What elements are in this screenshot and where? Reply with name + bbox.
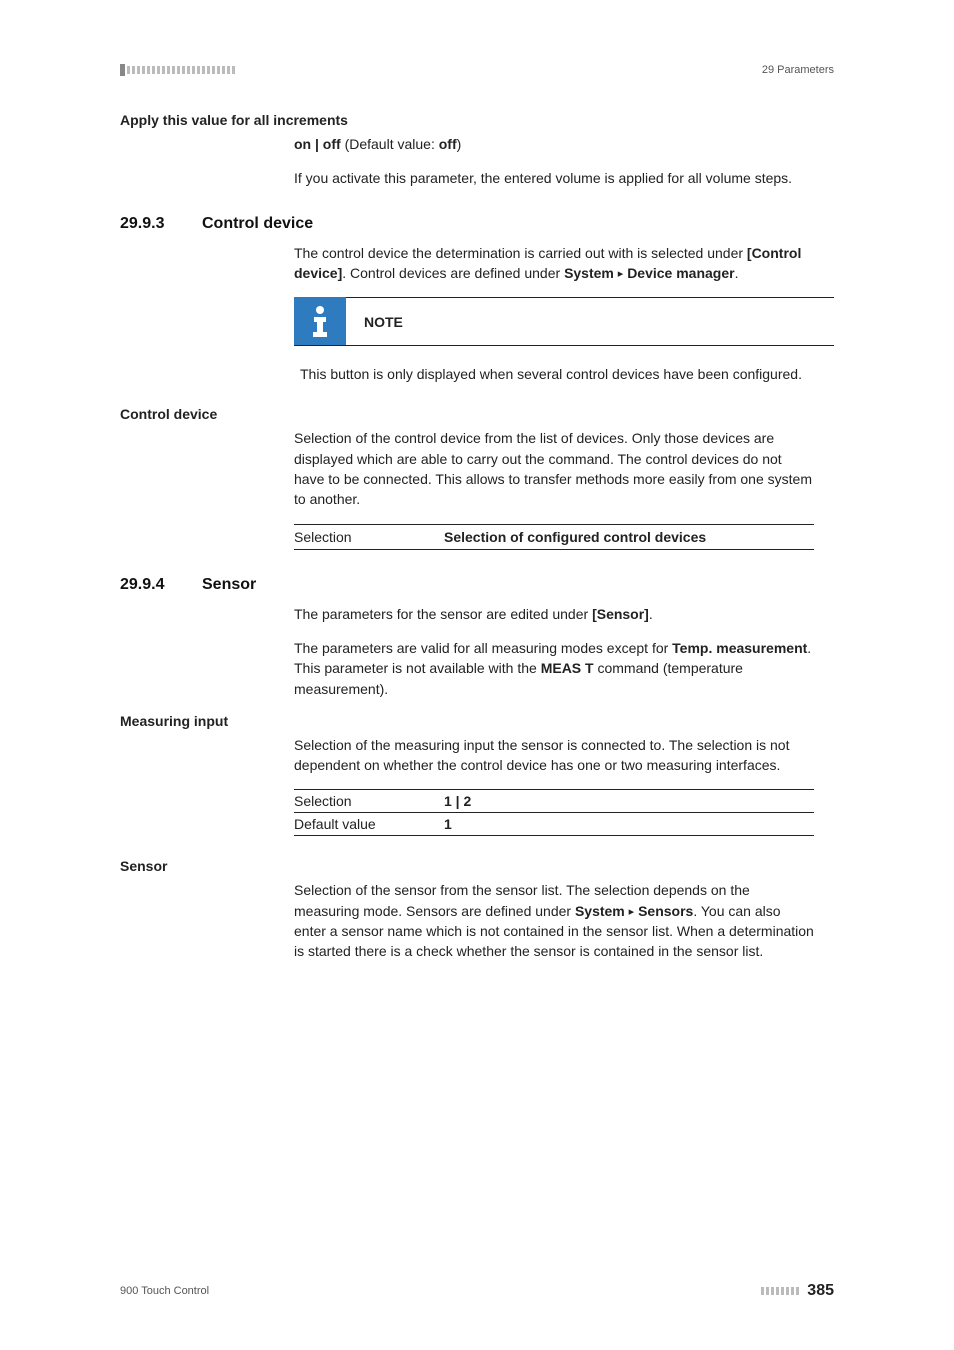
page-header: 29 Parameters [120, 64, 834, 76]
row-key: Selection [294, 793, 444, 809]
section-num: 29.9.4 [120, 576, 182, 594]
page-footer: 900 Touch Control 385 [120, 1282, 834, 1300]
measuring-input-table: Selection 1 | 2 Default value 1 [294, 789, 814, 836]
apply-increments-desc: If you activate this parameter, the ente… [294, 168, 814, 188]
note-header: NOTE [294, 297, 834, 346]
header-ticks-left [120, 64, 237, 76]
measuring-input-desc: Selection of the measuring input the sen… [294, 735, 814, 776]
section-control-device-heading: 29.9.3 Control device [120, 215, 834, 233]
section-sensor-heading: 29.9.4 Sensor [120, 576, 834, 594]
control-device-subtitle: Control device [120, 406, 834, 422]
row-val: Selection of configured control devices [444, 529, 706, 545]
table-row: Selection 1 | 2 [294, 790, 814, 812]
measuring-input-title: Measuring input [120, 713, 834, 729]
section-title: Sensor [202, 576, 256, 594]
control-device-selection-row: Selection Selection of configured contro… [294, 524, 814, 550]
page-number: 385 [807, 1282, 834, 1300]
control-device-intro: The control device the determination is … [294, 243, 814, 284]
sensor-block-desc: Selection of the sensor from the sensor … [294, 880, 814, 961]
section-title: Control device [202, 215, 313, 233]
table-row: Default value 1 [294, 812, 814, 835]
info-icon [294, 297, 346, 345]
sensor-intro1: The parameters for the sensor are edited… [294, 604, 814, 624]
row-key: Selection [294, 529, 444, 545]
apply-increments-value: on | off (Default value: off) [294, 134, 814, 154]
row-key: Default value [294, 816, 444, 832]
note-label: NOTE [364, 314, 403, 330]
row-val: 1 [444, 816, 452, 832]
page: 29 Parameters Apply this value for all i… [0, 0, 954, 1350]
apply-increments-title: Apply this value for all increments [120, 112, 834, 128]
note-body: This button is only displayed when sever… [294, 346, 814, 390]
footer-ticks: 385 [761, 1282, 834, 1300]
sensor-block-title: Sensor [120, 858, 834, 874]
section-num: 29.9.3 [120, 215, 182, 233]
header-section-label: 29 Parameters [762, 64, 834, 76]
footer-product: 900 Touch Control [120, 1285, 209, 1297]
control-device-subdesc: Selection of the control device from the… [294, 428, 814, 509]
row-val: 1 | 2 [444, 793, 471, 809]
sensor-intro2: The parameters are valid for all measuri… [294, 638, 814, 699]
note-box: NOTE This button is only displayed when … [294, 297, 834, 390]
